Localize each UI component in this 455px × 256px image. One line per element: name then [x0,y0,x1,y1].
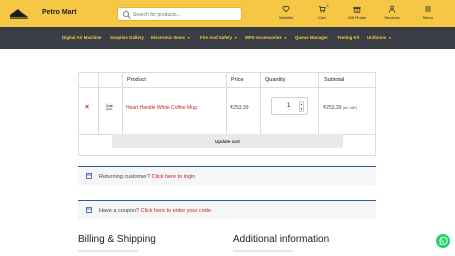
cart-table-header: Product Price Quantity Subtotal [79,73,375,88]
tax-note: (ex. VAT) [342,106,358,110]
nav-item-digital-air-machine[interactable]: Digital Air Machine [62,35,101,40]
login-link[interactable]: Click here to login [152,174,196,180]
chevron-down-icon: ▼ [388,36,392,40]
search-icon[interactable] [122,10,132,20]
cart-icon [318,5,326,13]
nav-item-electronic-items[interactable]: Electronic Items ▼ [151,35,190,40]
services-button[interactable]: Services [378,5,406,25]
nav-item-surprise-gallery[interactable]: Surprise Gallery [110,35,144,40]
menu-label: Menu [422,15,433,20]
returning-customer-notice: Returning customer? Click here to login [78,166,376,185]
remove-item-button[interactable]: × [85,104,89,111]
category-nav: Digital Air Machine Surprise Gallery Ele… [0,27,455,49]
product-price: ₹253.39 [230,105,249,111]
nav-item-testing-kit[interactable]: Testing Kit [337,35,359,40]
wishlist-label: Wishlist [279,15,293,20]
top-header: Petro Mart Wishlist 1 Cart Gift Finder [0,0,455,27]
services-icon [388,5,396,13]
nav-item-fire-and-safety[interactable]: Fire And Safety ▼ [200,35,238,40]
divider [233,250,293,252]
divider [78,250,138,252]
search-input[interactable] [133,9,239,20]
cart-table: Product Price Quantity Subtotal × Heart … [78,72,376,156]
menu-icon [425,6,431,12]
coupon-notice: Have a coupon? Click here to enter your … [78,200,376,219]
cart-button[interactable]: 1 Cart [308,3,336,25]
coupon-icon [86,207,92,213]
additional-information-heading: Additional information [233,234,330,245]
wishlist-button[interactable]: Wishlist [272,5,300,25]
product-name-link[interactable]: Heart Handle White Coffee Mug [126,105,197,111]
coupon-link[interactable]: Click here to enter your code [141,208,211,214]
spinner-icon[interactable]: ▲ ▼ [299,101,304,112]
chevron-down-icon: ▼ [234,36,238,40]
heart-icon [282,5,290,13]
coupon-text: Have a coupon? [99,208,140,214]
returning-customer-text: Returning customer? [99,174,151,180]
quantity-stepper[interactable]: 1 ▲ ▼ [271,97,308,115]
user-icon [86,173,92,179]
chevron-down-icon: ▼ [283,36,288,40]
update-cart-button[interactable]: Update cart [112,134,343,148]
table-row: × Heart Handle White Coffee Mug ₹253.39 … [79,88,375,135]
menu-button[interactable]: Menu [414,5,442,25]
chevron-down-icon: ▼ [186,36,191,40]
nav-item-mpd-accessories[interactable]: MPD Accessories ▼ [245,35,287,40]
cart-label: Cart [318,15,326,20]
quantity-value[interactable]: 1 [287,103,290,109]
whatsapp-chat-button[interactable] [436,234,450,248]
gift-icon [353,6,361,13]
nav-item-queue-manager[interactable]: Queue Manager [295,35,328,40]
product-thumbnail[interactable] [104,102,114,112]
gift-finder-button[interactable]: Gift Finder [343,5,371,25]
column-header-product: Product [127,77,146,83]
brand-name[interactable]: Petro Mart [42,9,77,16]
nav-item-uniforms[interactable]: Uniforms ▼ [367,35,392,40]
gift-finder-label: Gift Finder [347,15,367,20]
column-header-price: Price [231,77,244,83]
column-header-subtotal: Subtotal [324,77,345,83]
column-header-quantity: Quantity [265,77,286,83]
search-box[interactable] [117,7,242,21]
product-subtotal: ₹253.39 (ex. VAT) [323,105,358,111]
services-label: Services [384,15,400,20]
logo-icon[interactable] [8,5,30,20]
whatsapp-icon [439,236,448,246]
cart-count-badge: 1 [326,3,329,8]
billing-shipping-heading: Billing & Shipping [78,234,156,245]
